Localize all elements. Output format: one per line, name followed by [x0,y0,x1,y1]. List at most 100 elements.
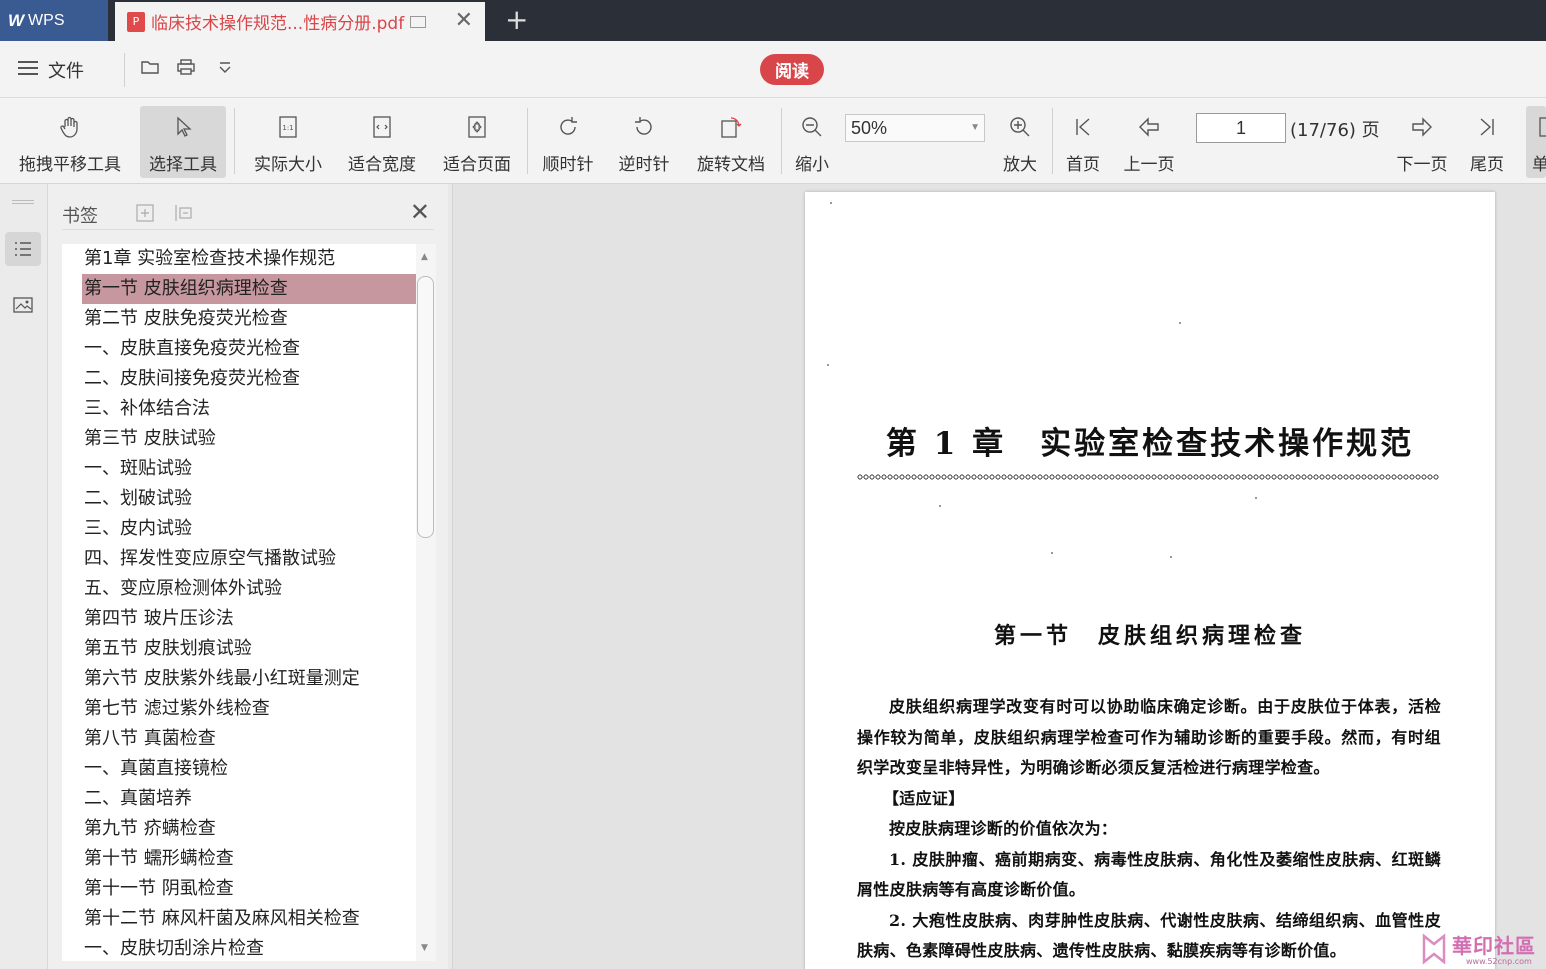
bookmark-item[interactable]: 第十一节 阴虱检查 [62,874,416,904]
fit-width-button[interactable]: 适合宽度 [342,106,422,178]
single-page-label: 单 [1532,155,1546,175]
rotate-counterclockwise-button[interactable]: 逆时针 [612,106,676,178]
toolbar-divider [781,108,782,174]
scan-speck [939,505,941,507]
hand-icon [57,114,83,140]
pan-tool-button[interactable]: 拖拽平移工具 [12,106,128,178]
next-page-button[interactable]: 下一页 [1392,106,1452,178]
zoom-level-select[interactable]: 50% ▼ [845,114,985,142]
first-page-button[interactable]: 首页 [1061,106,1105,178]
left-rail [0,184,48,969]
scan-speck [1051,552,1053,554]
bookmark-item[interactable]: 三、补体结合法 [62,394,416,424]
page-count-label: (17/76) 页 [1290,120,1380,141]
close-tab-icon[interactable]: ✕ [455,8,473,33]
toolbar-divider [1052,108,1053,174]
expand-all-icon[interactable] [136,204,154,222]
bookmark-item[interactable]: 三、皮内试验 [62,514,416,544]
bookmark-item[interactable]: 第1章 实验室检查技术操作规范 [62,244,416,274]
bookmark-item[interactable]: 第六节 皮肤紫外线最小红斑量测定 [62,664,416,694]
scroll-down-icon[interactable]: ▼ [421,943,428,953]
pdf-page[interactable]: 第 1 章 实验室检查技术操作规范 第一节 皮肤组织病理检查 皮肤组织病理学改变… [805,192,1495,969]
collapse-all-icon[interactable] [174,204,192,222]
file-menu[interactable]: 文件 [48,57,84,83]
bookmark-item[interactable]: 五、变应原检测体外试验 [62,574,416,604]
bookmark-header: 书签 ✕ [62,198,434,230]
bookmark-item[interactable]: 第五节 皮肤划痕试验 [62,634,416,664]
bookmark-item[interactable]: 一、皮肤直接免疫荧光检查 [62,334,416,364]
chevron-down-icon[interactable] [216,59,234,75]
bookmark-item[interactable]: 第四节 玻片压诊法 [62,604,416,634]
previous-page-label: 上一页 [1123,155,1175,175]
scan-speck [1170,556,1172,558]
single-page-button[interactable]: 单 [1526,106,1546,178]
wps-logo-icon: W [8,10,25,30]
monitor-icon[interactable] [410,15,427,28]
select-tool-button[interactable]: 选择工具 [140,106,226,178]
arrow-right-icon [1409,114,1435,140]
bookmark-item[interactable]: 一、皮肤切刮涂片检查 [62,934,416,961]
next-page-label: 下一页 [1396,155,1448,175]
zoom-in-button[interactable]: 放大 [998,106,1042,178]
scroll-up-icon[interactable]: ▲ [421,252,428,262]
rotate-document-button[interactable]: 旋转文档 [690,106,772,178]
fit-page-label: 适合页面 [443,155,511,175]
rotate-counterclockwise-label: 逆时针 [618,155,670,175]
bookmark-item[interactable]: 一、真菌直接镜检 [62,754,416,784]
first-page-label: 首页 [1066,155,1100,175]
rotate-clockwise-button[interactable]: 顺时针 [536,106,600,178]
close-panel-icon[interactable]: ✕ [410,198,430,226]
title-bar: W WPS P 临床技术操作规范...性病分册.pdf ✕ + [0,0,1546,41]
hamburger-menu-icon[interactable] [18,61,38,76]
zoom-out-icon [799,114,825,140]
single-page-icon [1532,114,1546,140]
page-number-input[interactable]: 1 [1196,113,1286,143]
zoom-in-label: 放大 [1003,155,1037,175]
read-mode-button[interactable]: 阅读 [760,54,824,85]
pan-tool-label: 拖拽平移工具 [19,155,121,175]
bookmark-item[interactable]: 二、真菌培养 [62,784,416,814]
bookmark-item[interactable]: 二、皮肤间接免疫荧光检查 [62,364,416,394]
bookmark-item[interactable]: 二、划破试验 [62,484,416,514]
paragraph: 按皮肤病理诊断的价值依次为： [889,819,1118,838]
open-folder-icon[interactable] [141,59,159,75]
bookmark-item[interactable]: 第九节 疥螨检查 [62,814,416,844]
rotate-document-label: 旋转文档 [697,155,765,175]
bookmark-item[interactable]: 第二节 皮肤免疫荧光检查 [62,304,416,334]
print-icon[interactable] [177,59,195,75]
actual-size-icon: 1:1 [275,114,301,140]
wps-home-tab[interactable]: W WPS [0,0,108,41]
drag-handle-icon[interactable] [12,200,34,204]
first-page-icon [1070,114,1096,140]
dropdown-caret-icon[interactable]: ▼ [970,115,980,141]
bookmark-item[interactable]: 一、斑贴试验 [62,454,416,484]
scrollbar-thumb[interactable] [417,276,434,538]
paragraph: 皮肤组织病理学改变有时可以协助临床确定诊断。由于皮肤位于体表，活检操作较为简单，… [857,697,1441,777]
thumbnail-panel-toggle[interactable] [5,288,41,322]
fit-page-button[interactable]: 适合页面 [437,106,517,178]
bookmark-item[interactable]: 第三节 皮肤试验 [62,424,416,454]
bookmark-item[interactable]: 第十二节 麻风杆菌及麻风相关检查 [62,904,416,934]
last-page-button[interactable]: 尾页 [1464,106,1510,178]
scan-speck [1255,497,1257,499]
bookmark-panel: 书签 ✕ 第1章 实验室检查技术操作规范 第一节 皮肤组织病理检查 第二节 皮肤免疫… [48,184,448,969]
bookmark-item[interactable]: 四、挥发性变应原空气播散试验 [62,544,416,574]
new-tab-button[interactable]: + [505,3,528,36]
cursor-arrow-icon [170,114,196,140]
bookmark-panel-toggle[interactable] [5,232,41,266]
last-page-icon [1474,114,1500,140]
pdf-file-icon: P [127,11,145,32]
bookmark-item[interactable]: 第十节 蠕形螨检查 [62,844,416,874]
paragraph: 1. 皮肤肿瘤、癌前期病变、病毒性皮肤病、角化性及萎缩性皮肤病、红斑鳞屑性皮肤病… [857,849,1441,900]
bookmark-item[interactable]: 第一节 皮肤组织病理检查 [82,274,416,304]
document-viewer[interactable]: 第 1 章 实验室检查技术操作规范 第一节 皮肤组织病理检查 皮肤组织病理学改变… [452,184,1546,969]
watermark-url: www.52cnp.com [1466,957,1532,966]
document-tab[interactable]: P 临床技术操作规范...性病分册.pdf ✕ [115,2,485,41]
zoom-out-button[interactable]: 缩小 [790,106,834,178]
previous-page-button[interactable]: 上一页 [1118,106,1180,178]
actual-size-button[interactable]: 1:1 实际大小 [248,106,328,178]
bookmark-item[interactable]: 第八节 真菌检查 [62,724,416,754]
bookmark-scrollbar[interactable]: ▲ ▼ [416,244,436,961]
menu-bar: 文件 阅读 [0,41,1546,98]
bookmark-item[interactable]: 第七节 滤过紫外线检查 [62,694,416,724]
